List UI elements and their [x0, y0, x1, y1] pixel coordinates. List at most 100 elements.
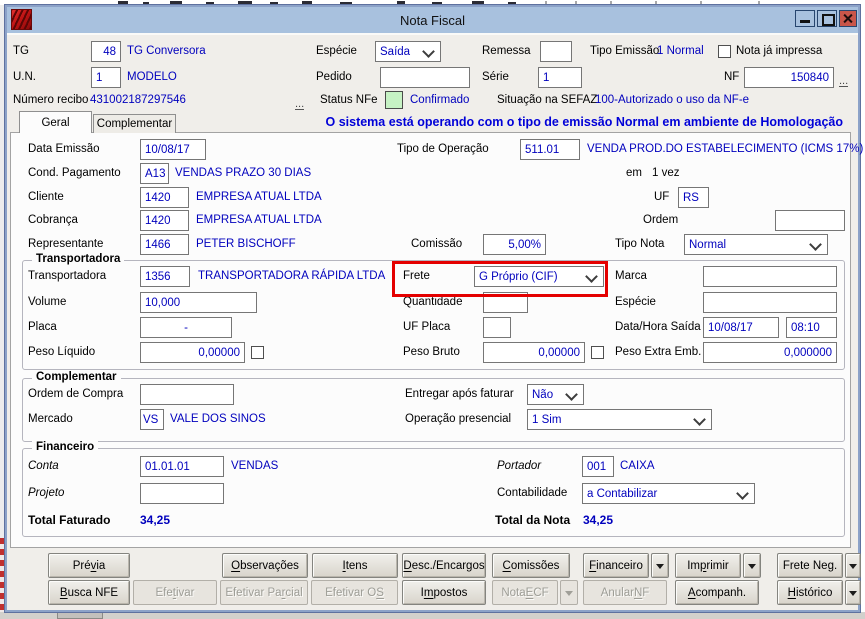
tab-geral[interactable]: Geral	[19, 111, 92, 133]
titlebar-separator	[7, 33, 858, 35]
entregar-apos-faturar-select[interactable]: Não	[527, 384, 584, 405]
peso-extra-label: Peso Extra Emb.	[615, 346, 702, 358]
representante-input[interactable]: 1466	[140, 234, 189, 255]
ordem-compra-input[interactable]	[140, 384, 234, 405]
peso-liquido-input[interactable]: 0,00000	[140, 342, 245, 363]
transportadora-input[interactable]: 1356	[140, 266, 190, 287]
total-faturado-label: Total Faturado	[28, 513, 111, 527]
busca-nfe-button[interactable]: Busca NFE	[48, 580, 130, 605]
peso-extra-input[interactable]: 0,000000	[703, 342, 837, 363]
contabilidade-label: Contabilidade	[497, 487, 568, 499]
tab-complementar[interactable]: Complementar	[93, 114, 176, 133]
itens-button[interactable]: Itens	[312, 553, 398, 578]
tipo-operacao-input[interactable]: 511.01	[520, 139, 580, 160]
frete-neg-menu-arrow[interactable]	[845, 553, 861, 578]
marca-input[interactable]	[703, 266, 837, 287]
ordem-label: Ordem	[643, 214, 679, 226]
nota-ja-impressa-label: Nota já impressa	[736, 45, 823, 57]
quantidade-input[interactable]	[483, 292, 528, 313]
historico-button[interactable]: Histórico	[777, 580, 843, 605]
portador-input[interactable]: 001	[582, 456, 614, 477]
portador-label: Portador	[497, 460, 542, 472]
un-input[interactable]: 1	[91, 67, 121, 88]
data-emissao-input[interactable]: 10/08/17	[140, 139, 206, 160]
peso-bruto-input[interactable]: 0,00000	[483, 342, 585, 363]
previa-button[interactable]: Pré v ia	[48, 553, 130, 578]
nota-ja-impressa-checkbox[interactable]	[718, 45, 731, 58]
cond-pagamento-label: Cond. Pagamento	[28, 167, 121, 179]
desc-encargos-button[interactable]: Desc./Encargos	[402, 553, 486, 578]
projeto-input[interactable]	[140, 483, 224, 504]
peso-bruto-checkbox[interactable]	[591, 346, 604, 359]
placa-input[interactable]: -	[140, 317, 232, 338]
cobranca-input[interactable]: 1420	[140, 210, 189, 231]
dropdown-arrow-icon	[565, 590, 573, 600]
tipo-nota-select[interactable]: Normal	[684, 234, 828, 255]
ordem-input[interactable]	[775, 210, 845, 231]
peso-liquido-checkbox[interactable]	[251, 346, 264, 359]
contabilidade-select[interactable]: a Contabilizar	[582, 483, 755, 504]
especie-transporte-input[interactable]	[703, 292, 837, 313]
tg-input[interactable]: 48	[91, 41, 121, 62]
financeiro-button[interactable]: Financeiro	[583, 553, 649, 578]
status-green-indicator	[385, 91, 403, 109]
minimize-icon	[800, 20, 810, 23]
maximize-button[interactable]	[817, 10, 837, 27]
chevron-down-icon	[422, 45, 435, 58]
serie-label: Série	[482, 71, 509, 83]
operacao-presencial-select[interactable]: 1 Sim	[527, 409, 712, 430]
nf-input[interactable]: 150840	[744, 67, 834, 88]
peso-liquido-label: Peso Líquido	[28, 346, 96, 358]
acompanh-button[interactable]: Acompanh.	[675, 580, 759, 605]
transportadora-description: TRANSPORTADORA RÁPIDA LTDA	[198, 270, 386, 282]
recibo-browse-button[interactable]: ...	[295, 99, 305, 110]
dropdown-arrow-icon	[748, 563, 756, 573]
pedido-input[interactable]	[380, 67, 470, 88]
cliente-label: Cliente	[28, 191, 64, 203]
screen: Nota Fiscal TG 48 TG Conversora Espécie …	[0, 0, 865, 619]
data-saida-input[interactable]: 10/08/17	[703, 317, 779, 338]
cliente-input[interactable]: 1420	[140, 187, 189, 208]
close-button[interactable]	[839, 10, 857, 27]
transportadora-group-title: Transportadora	[32, 253, 125, 266]
financeiro-group-title: Financeiro	[32, 441, 99, 454]
total-faturado-value: 34,25	[140, 513, 171, 527]
remessa-input[interactable]	[540, 41, 572, 62]
hora-saida-input[interactable]: 08:10	[786, 317, 837, 338]
representante-label: Representante	[28, 238, 104, 250]
imprimir-button[interactable]: Im p rimir	[675, 553, 741, 578]
chevron-down-icon	[693, 413, 706, 426]
especie-select[interactable]: Saída	[375, 41, 441, 62]
cond-pagamento-input[interactable]: A13	[140, 163, 169, 184]
pedido-label: Pedido	[316, 71, 352, 83]
tipo-emissao-label: Tipo Emissão	[590, 45, 660, 57]
frete-select[interactable]: G Próprio (CIF)	[474, 266, 604, 287]
numero-recibo-label: Número recibo	[13, 94, 89, 106]
impostos-button[interactable]: Im postos	[402, 580, 486, 605]
financeiro-menu-arrow[interactable]	[651, 553, 669, 578]
frete-neg-button[interactable]: Frete Neg.	[777, 553, 843, 578]
data-emissao-label: Data Emissão	[28, 143, 100, 155]
volume-input[interactable]: 10,000	[140, 292, 257, 313]
data-hora-saida-label: Data/Hora Saída	[615, 321, 701, 333]
comissao-input[interactable]: 5,00%	[483, 234, 546, 255]
minimize-button[interactable]	[795, 10, 815, 27]
uf-placa-input[interactable]	[483, 317, 511, 338]
conta-description: VENDAS	[231, 460, 279, 472]
uf-input[interactable]: RS	[678, 187, 709, 208]
efetivar-button: Efe t ivar	[133, 580, 217, 605]
imprimir-menu-arrow[interactable]	[743, 553, 761, 578]
status-nfe-label: Status NFe	[320, 94, 378, 106]
historico-menu-arrow[interactable]	[845, 580, 861, 605]
observacoes-button[interactable]: Observações	[222, 553, 308, 578]
conta-input[interactable]: 01.01.01	[140, 456, 224, 477]
comissoes-button[interactable]: Comissões	[492, 553, 570, 578]
nf-browse-button[interactable]: ...	[839, 76, 849, 87]
total-da-nota-label: Total da Nota	[495, 513, 571, 527]
cliente-description: EMPRESA ATUAL LTDA	[196, 191, 322, 203]
mercado-input[interactable]: VS	[140, 409, 164, 430]
tipo-operacao-label: Tipo de Operação	[397, 143, 489, 155]
maximize-icon	[822, 14, 835, 26]
serie-input[interactable]: 1	[538, 67, 582, 88]
entregar-apos-faturar-label: Entregar após faturar	[405, 388, 514, 400]
